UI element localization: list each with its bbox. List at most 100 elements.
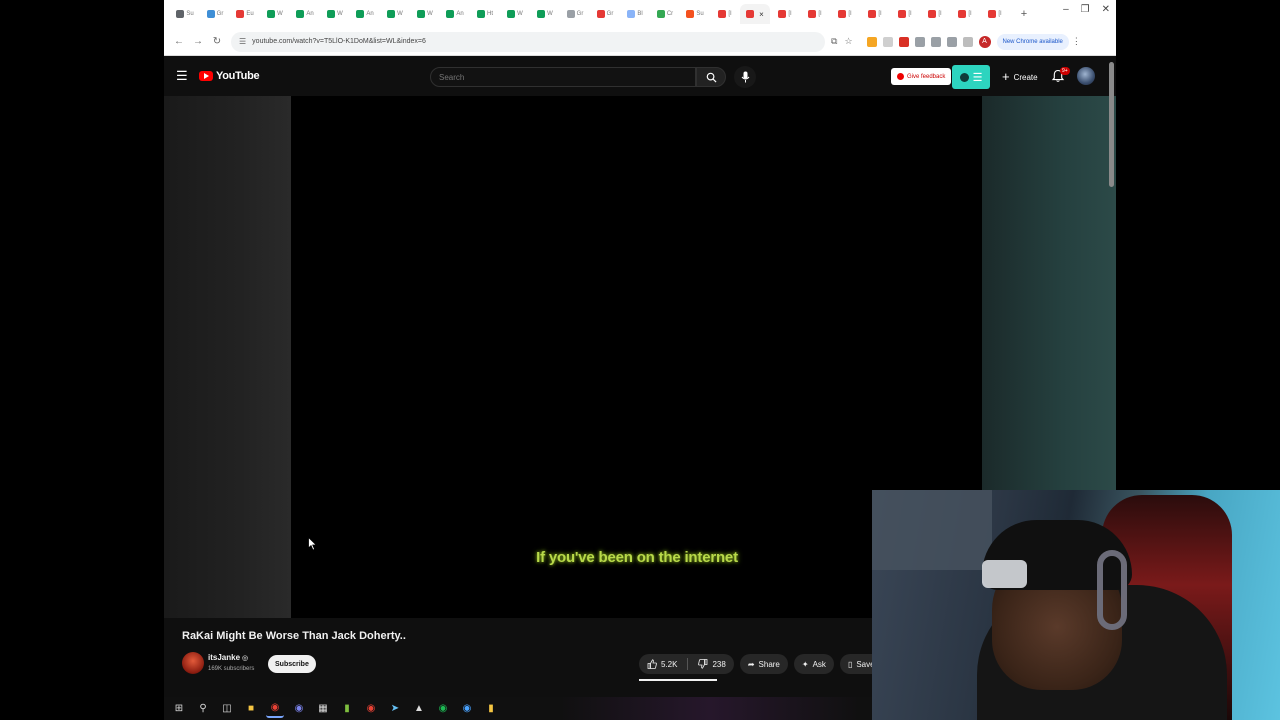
taskbar-search-icon[interactable]: ⚲ (194, 700, 212, 718)
browser-tab[interactable]: Su (680, 4, 710, 24)
tab-favicon-icon (596, 10, 605, 18)
browser-tab[interactable]: W (530, 4, 560, 24)
browser-tab[interactable]: W (410, 4, 440, 24)
dislike-button[interactable]: 238 (698, 659, 726, 669)
webcam-shelf (872, 490, 992, 570)
browser-tab[interactable]: An (350, 4, 380, 24)
back-icon[interactable]: ← (170, 33, 188, 51)
channel-avatar[interactable] (182, 652, 204, 674)
extension-icon[interactable] (866, 36, 877, 47)
browser-tab-active[interactable]: × (740, 4, 770, 24)
reload-icon[interactable]: ↻ (208, 33, 226, 51)
give-feedback-button[interactable]: Give feedback (891, 68, 952, 85)
browser-tab[interactable]: W (260, 4, 290, 24)
browser-tab[interactable]: An (290, 4, 320, 24)
tab-label: An (456, 11, 464, 17)
gmail-extension-icon[interactable] (898, 36, 909, 47)
tab-favicon-icon (988, 10, 997, 18)
browser-tab[interactable]: [I (980, 4, 1010, 24)
subscribe-button[interactable]: Subscribe (268, 655, 316, 673)
app-taskbar-icon[interactable]: ▲ (410, 700, 428, 718)
browser-tab[interactable]: W (380, 4, 410, 24)
like-divider (687, 658, 689, 670)
browser-tab[interactable]: [I (800, 4, 830, 24)
update-chrome-button[interactable]: New Chrome available (996, 33, 1069, 50)
tab-favicon-icon (686, 10, 695, 18)
browser-tab[interactable]: [I (920, 4, 950, 24)
tab-close-icon[interactable]: × (759, 10, 764, 19)
browser-tab[interactable]: [I (830, 4, 860, 24)
url-field[interactable]: ☰ youtube.com/watch?v=T5LlO-K1DoM&list=W… (231, 31, 825, 52)
browser-tab[interactable]: W (320, 4, 350, 24)
browser-tab[interactable]: W (500, 4, 530, 24)
like-button[interactable]: 5.2K (647, 659, 677, 669)
chrome-menu-icon[interactable]: ⋮ (1072, 36, 1081, 47)
discord-taskbar-icon[interactable]: ◉ (290, 700, 308, 718)
browser-tab[interactable]: An (440, 4, 470, 24)
tab-label: W (337, 11, 343, 17)
app-taskbar-icon[interactable]: ◉ (458, 700, 476, 718)
site-info-icon[interactable]: ☰ (239, 37, 246, 46)
install-app-icon[interactable]: ⧉ (831, 36, 837, 47)
app-taskbar-icon[interactable]: ▮ (338, 700, 356, 718)
downloads-icon[interactable] (962, 36, 973, 47)
chrome-taskbar-icon[interactable]: ◉ (266, 700, 284, 718)
extension-icon[interactable] (882, 36, 893, 47)
extension-panel-button[interactable]: ☰ (952, 65, 990, 89)
search-input[interactable] (430, 67, 696, 87)
close-icon[interactable]: ✕ (1102, 4, 1110, 15)
account-avatar[interactable] (1077, 67, 1095, 85)
browser-tab[interactable]: [I (950, 4, 980, 24)
browser-tab[interactable]: Su (170, 4, 200, 24)
extension-icon[interactable] (930, 36, 941, 47)
file-explorer-icon[interactable]: ■ (242, 700, 260, 718)
browser-tab[interactable]: Gr (200, 4, 230, 24)
page-scrollbar[interactable] (1109, 62, 1114, 187)
minimize-icon[interactable]: – (1063, 4, 1069, 15)
search-button[interactable] (696, 67, 726, 87)
tab-favicon-icon (656, 10, 665, 18)
bookmark-star-icon[interactable]: ☆ (844, 36, 852, 47)
like-dislike-pill: 5.2K 238 (639, 654, 734, 674)
windows-start-icon[interactable]: ⊞ (170, 700, 188, 718)
puzzle-icon[interactable] (946, 36, 957, 47)
voice-search-button[interactable] (734, 66, 756, 88)
browser-tab[interactable]: Ht (470, 4, 500, 24)
spotify-taskbar-icon[interactable]: ◉ (434, 700, 452, 718)
channel-name[interactable]: itsJanke ◎ (208, 653, 248, 662)
browser-tab[interactable]: [I (770, 4, 800, 24)
feedback-icon (897, 73, 904, 80)
tab-favicon-icon (838, 10, 847, 18)
create-button[interactable]: + Create (998, 67, 1042, 87)
browser-tab[interactable]: [I (860, 4, 890, 24)
share-button[interactable]: ➦ Share (739, 654, 788, 674)
tab-favicon-icon (446, 10, 455, 18)
task-view-icon[interactable]: ◫ (218, 700, 236, 718)
browser-tab[interactable]: [I (890, 4, 920, 24)
browser-tab[interactable]: Eu (230, 4, 260, 24)
steam-taskbar-icon[interactable]: ➤ (386, 700, 404, 718)
forward-icon[interactable]: → (189, 33, 207, 51)
new-tab-button[interactable]: + (1016, 6, 1032, 22)
browser-tab[interactable]: Gr (560, 4, 590, 24)
ask-label: Ask (812, 659, 826, 669)
tab-label: [I (818, 11, 822, 17)
app-taskbar-icon[interactable]: ▦ (314, 700, 332, 718)
youtube-logo[interactable]: YouTube (199, 70, 260, 82)
restore-icon[interactable]: ❐ (1081, 4, 1090, 15)
tab-label: [I (938, 11, 942, 17)
tab-favicon-icon (327, 10, 336, 18)
menu-icon[interactable]: ☰ (176, 69, 190, 83)
ask-button[interactable]: ✦ Ask (793, 654, 834, 674)
tab-favicon-icon (958, 10, 967, 18)
browser-tab[interactable]: Cr (650, 4, 680, 24)
browser-tab[interactable]: Gr (590, 4, 620, 24)
extension-icon[interactable] (914, 36, 925, 47)
tab-favicon-icon (206, 10, 215, 18)
app-taskbar-icon[interactable]: ◉ (362, 700, 380, 718)
tab-label: An (366, 11, 374, 17)
app-taskbar-icon[interactable]: ▮ (482, 700, 500, 718)
browser-tab[interactable]: [I (710, 4, 740, 24)
browser-tab[interactable]: Bl (620, 4, 650, 24)
profile-avatar[interactable]: A (978, 35, 991, 48)
